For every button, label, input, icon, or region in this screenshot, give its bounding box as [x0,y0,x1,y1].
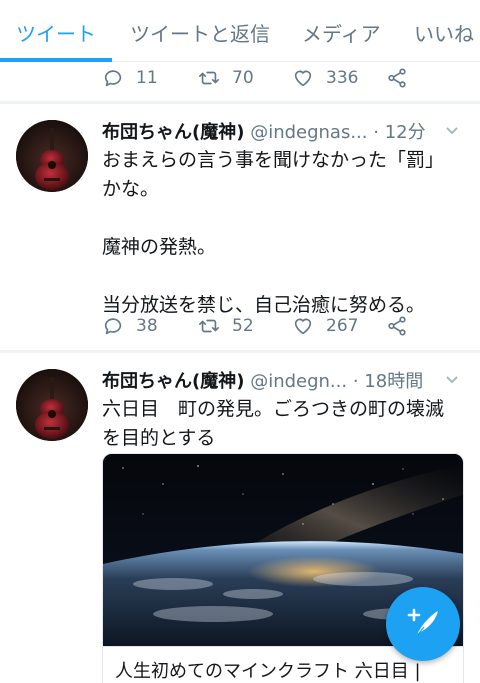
profile-tabs: ツイート ツイートと返信 メディア いいね [0,0,480,62]
chevron-down-icon [446,376,458,384]
like-button[interactable]: 267 [292,314,358,338]
like-count: 267 [326,316,359,336]
heart-icon [294,70,312,87]
previous-tweet-actions: 11 70 336 [102,66,442,90]
retweet-button[interactable]: 70 [198,66,254,90]
reply-icon [104,318,122,335]
reply-count: 11 [136,68,158,88]
tab-tweets[interactable]: ツイート [16,18,96,47]
avatar[interactable] [16,120,88,192]
share-button[interactable] [386,66,408,90]
tweet-text-blank [102,204,460,233]
tweet-menu-button[interactable] [444,122,460,138]
tweet-header: 布団ちゃん(魔神) @indegn... · 18時間 [102,367,464,393]
like-button[interactable]: 336 [292,66,358,90]
tab-media[interactable]: メディア [302,18,381,47]
reply-icon [104,70,122,87]
tab-tweets-and-replies[interactable]: ツイートと返信 [130,18,270,47]
chevron-down-icon [446,127,458,135]
compose-tweet-icon [407,608,438,638]
tweet-text-line: おまえらの言う事を聞けなかった「罰」 [102,149,445,171]
retweet-button[interactable]: 52 [198,314,254,338]
display-name[interactable]: 布団ちゃん(魔神) [102,122,244,143]
tweet-text-line: を目的とする [102,427,216,449]
share-button[interactable] [386,314,408,338]
tweet-text-line: 魔神の発熱。 [102,236,217,258]
retweet-count: 52 [232,316,254,336]
share-icon [388,68,406,88]
retweet-count: 70 [232,68,254,88]
tweet-text-line: かな。 [102,178,160,200]
tweet-menu-button[interactable] [444,371,460,387]
avatar[interactable] [16,369,88,441]
tweet-text-blank [102,262,460,291]
display-name[interactable]: 布団ちゃん(魔神) [102,371,244,392]
tweet-time[interactable]: · 12分 [373,122,425,143]
tweet-header: 布団ちゃん(魔神) @indegnas... · 12分 [102,118,464,144]
tweet-text: 六日目 町の発見。ごろつきの町の壊滅 を目的とする [102,395,460,453]
tweet-time[interactable]: · 18時間 [353,371,423,392]
user-handle[interactable]: @indegnas... [250,122,367,143]
like-count: 336 [326,68,359,88]
tweet-text: おまえらの言う事を聞けなかった「罰」 かな。 魔神の発熱。 当分放送を禁じ、自己… [102,146,460,320]
share-icon [388,316,406,336]
retweet-icon [199,319,219,333]
tweet-actions: 38 52 267 [102,314,442,338]
user-handle[interactable]: @indegn... [250,371,347,392]
heart-icon [294,318,312,335]
retweet-icon [199,71,219,85]
reply-count: 38 [136,316,158,336]
active-tab-indicator [0,58,112,62]
reply-button[interactable]: 38 [102,314,158,338]
tab-likes[interactable]: いいね [414,18,474,47]
tweet-text-line: 六日目 町の発見。ごろつきの町の壊滅 [102,398,445,420]
compose-tweet-button[interactable] [386,587,460,661]
reply-button[interactable]: 11 [102,66,158,90]
tweet[interactable]: 布団ちゃん(魔神) @indegnas... · 12分 おまえらの言う事を聞け… [0,104,480,352]
